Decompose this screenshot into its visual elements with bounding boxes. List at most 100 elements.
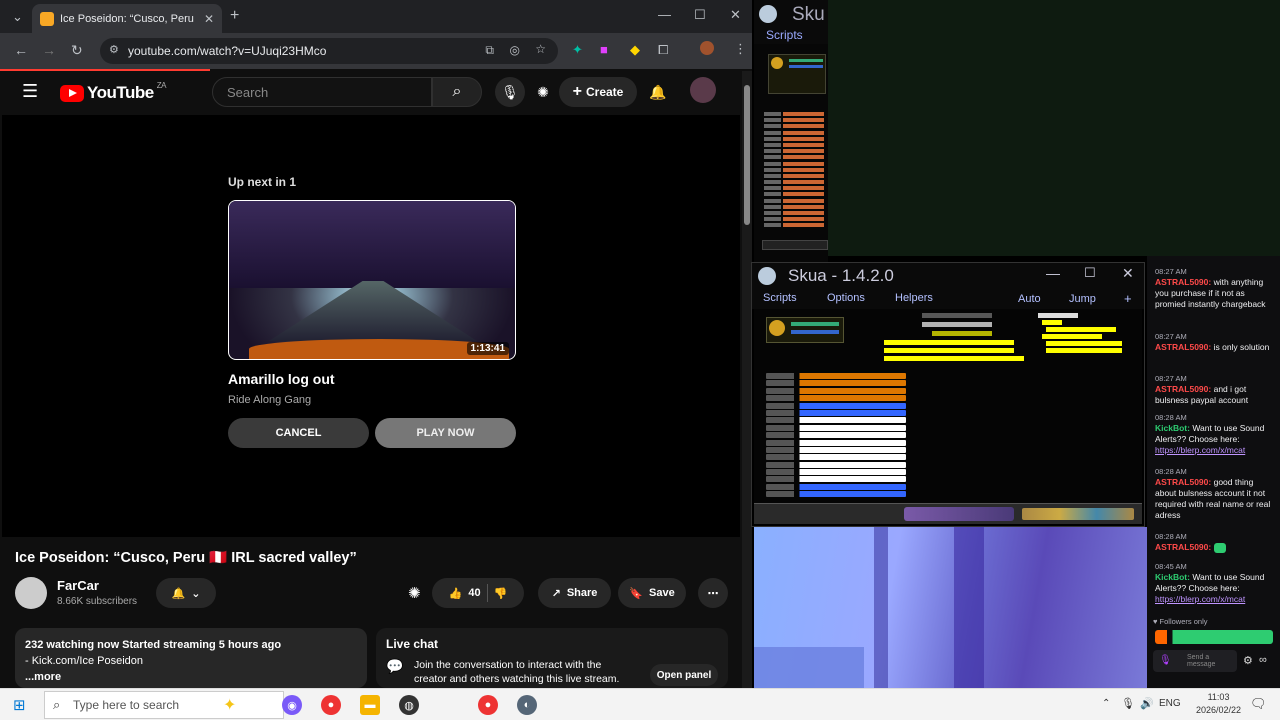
chat-username[interactable]: ASTRAL5090: (1155, 477, 1211, 487)
search-input[interactable]: Search (212, 77, 432, 107)
thumbs-up-icon: 👍 (448, 587, 463, 600)
hidden-eye-icon[interactable]: ◎ (510, 43, 520, 57)
skua-small-scripts-menu[interactable]: Scripts (766, 28, 803, 42)
tray-chevron-icon[interactable]: ⌃ (1102, 698, 1110, 709)
save-button[interactable]: 🔖 Save (618, 578, 686, 608)
browser-window: ⌄ Ice Poseidon: “Cusco, Peru ✕ + — ☐ ✕ ←… (0, 0, 752, 688)
obs-icon[interactable]: ◍ (399, 695, 419, 715)
extension-3-icon[interactable]: ◆ (630, 42, 640, 58)
ai-sparkle-icon[interactable]: ✺ (408, 584, 421, 602)
skua-game-view[interactable] (754, 309, 1142, 524)
address-bar[interactable]: ⚙ youtube.com/watch?v=UJuqi23HMco ⧉ ◎ ☆ (100, 38, 558, 64)
like-dislike-group: 👍 40 👎 (432, 578, 524, 608)
new-tab-icon[interactable]: + (230, 7, 239, 25)
skua-menu-auto[interactable]: Auto (1018, 293, 1041, 305)
next-video-thumbnail[interactable]: 1:13:41 (228, 200, 516, 360)
subscribe-notification-button[interactable]: 🔔 ⌄ (156, 578, 216, 608)
extensions-puzzle-icon[interactable]: ⧠ (658, 42, 668, 58)
chat-username[interactable]: KickBot: (1155, 572, 1190, 582)
cast-button[interactable]: ✺ (528, 77, 558, 107)
extension-2-icon[interactable]: ■ (600, 42, 608, 57)
chat-username[interactable]: ASTRAL5090: (1155, 384, 1211, 394)
next-video-channel[interactable]: Ride Along Gang (228, 394, 311, 406)
hamburger-menu-icon[interactable]: ☰ (22, 81, 38, 102)
description-more-link[interactable]: ...more (25, 669, 357, 685)
like-button[interactable]: 👍 40 (449, 587, 481, 600)
skua-menu-options[interactable]: Options (827, 292, 865, 304)
mic-icon: 🎙 (1159, 655, 1172, 666)
open-panel-button[interactable]: Open panel (650, 664, 718, 686)
skua-close-icon[interactable]: ✕ (1122, 265, 1134, 282)
account-avatar[interactable] (690, 77, 716, 103)
tray-language[interactable]: ENG (1159, 698, 1181, 709)
chat-username[interactable]: ASTRAL5090: (1155, 542, 1211, 552)
browser-tab-active[interactable]: Ice Poseidon: “Cusco, Peru ✕ (32, 4, 222, 33)
game-action-bar[interactable] (754, 503, 1142, 524)
maximize-icon[interactable]: ☐ (694, 7, 706, 23)
channel-avatar[interactable] (15, 577, 47, 609)
search-placeholder: Search (227, 84, 269, 100)
skua-menu-scripts[interactable]: Scripts (763, 292, 797, 304)
tray-volume-icon[interactable]: 🔊 (1140, 697, 1154, 710)
channel-name[interactable]: FarCar (57, 578, 99, 593)
live-chat-description: Join the conversation to interact with t… (414, 659, 620, 685)
scrollbar-thumb[interactable] (744, 85, 750, 225)
chat-username[interactable]: ASTRAL5090: (1155, 342, 1211, 352)
video-player[interactable]: Up next in 1 1:13:41 Amarillo log out Ri… (2, 115, 740, 537)
url-text: youtube.com/watch?v=UJuqi23HMco (128, 44, 327, 58)
windows-start-icon[interactable]: ⊞ (13, 696, 26, 714)
tray-clock[interactable]: 11:03 2026/02/22 (1196, 691, 1241, 717)
copilot-icon[interactable]: ◉ (282, 695, 302, 715)
youtube-logo[interactable]: YouTube ZA (60, 81, 166, 103)
forward-icon[interactable]: → (42, 42, 56, 58)
youtube-play-icon (60, 84, 84, 102)
search-button[interactable]: ⌕ (432, 77, 482, 107)
extension-1-icon[interactable]: ✦ (572, 42, 583, 58)
skua-taskbar-icon[interactable]: ◐ (517, 695, 537, 715)
tab-close-icon[interactable]: ✕ (204, 12, 214, 26)
profile-avatar[interactable] (700, 41, 714, 55)
notifications-center-icon[interactable]: 🗨 (1250, 696, 1267, 712)
browser-menu-icon[interactable]: ⋮ (734, 41, 747, 57)
chat-message-input[interactable]: 🎙 Send a message (1153, 650, 1237, 672)
game-menu-icons[interactable] (1022, 508, 1134, 520)
share-button[interactable]: ↗ Share (538, 578, 611, 608)
chat-link[interactable]: https://blerp.com/x/mcat (1155, 594, 1245, 604)
more-actions-button[interactable]: ⋯ (698, 578, 728, 608)
chat-message: 08:27 AM ASTRAL5090: with anything you p… (1155, 266, 1273, 310)
notifications-button[interactable]: 🔔 (643, 77, 673, 107)
minimize-icon[interactable]: — (658, 7, 671, 22)
tray-mic-icon[interactable]: 🎙 (1121, 697, 1135, 710)
skua-menu-add[interactable]: + (1124, 291, 1132, 306)
install-icon[interactable]: ⧉ (485, 43, 494, 58)
chat-settings-icon[interactable]: ⚙ (1243, 654, 1253, 667)
back-icon[interactable]: ← (14, 42, 28, 58)
thumbs-down-icon[interactable]: 👎 (494, 587, 508, 600)
game-skill-bar[interactable] (904, 507, 1014, 521)
chat-username[interactable]: KickBot: (1155, 423, 1190, 433)
cancel-button[interactable]: CANCEL (228, 418, 369, 448)
taskbar-search-input[interactable]: ⌕ Type here to search ✦ (44, 691, 284, 719)
close-window-icon[interactable]: ✕ (730, 7, 741, 23)
chrome-icon[interactable]: ● (321, 695, 341, 715)
skua-menu-helpers[interactable]: Helpers (895, 292, 933, 304)
chrome-active-icon[interactable]: ● (478, 695, 498, 715)
reload-icon[interactable]: ↻ (71, 42, 83, 59)
skua-minimize-icon[interactable]: — (1046, 265, 1060, 281)
bookmark-star-icon[interactable]: ☆ (535, 42, 546, 56)
chat-infinity-icon[interactable]: ∞ (1259, 654, 1267, 666)
play-now-button[interactable]: PLAY NOW (375, 418, 516, 448)
site-info-icon[interactable]: ⚙ (109, 43, 119, 56)
next-video-title[interactable]: Amarillo log out (228, 371, 335, 387)
file-explorer-icon[interactable]: ▬ (360, 695, 380, 715)
create-button[interactable]: + Create (559, 77, 637, 107)
description-box[interactable]: 232 watching now Started streaming 5 hou… (15, 628, 367, 688)
voice-search-button[interactable]: 🎙 (495, 77, 525, 107)
emote-bar[interactable] (1155, 630, 1273, 644)
chat-link[interactable]: https://blerp.com/x/mcat (1155, 445, 1245, 455)
tab-list-chevron-icon[interactable]: ⌄ (12, 9, 23, 25)
chat-username[interactable]: ASTRAL5090: (1155, 277, 1211, 287)
skua-maximize-icon[interactable]: ☐ (1084, 265, 1096, 281)
chat-message: 08:28 AM KickBot: Want to use Sound Aler… (1155, 412, 1273, 456)
skua-menu-jump[interactable]: Jump (1069, 293, 1096, 305)
